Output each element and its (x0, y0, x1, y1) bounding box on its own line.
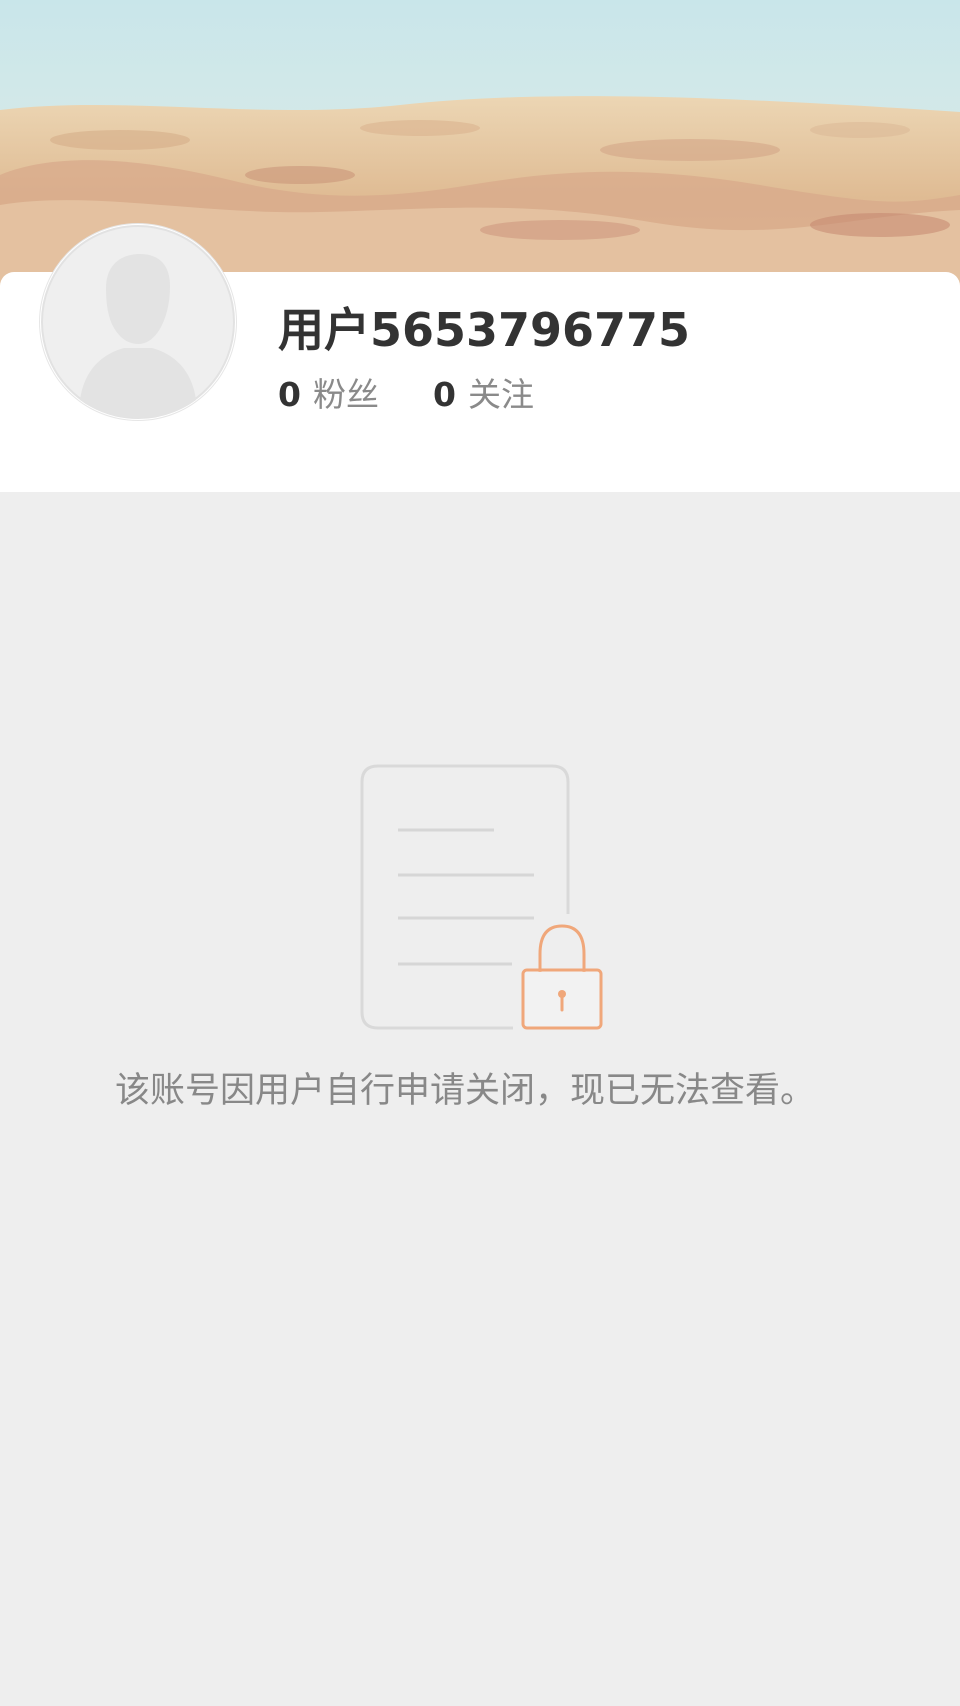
following-label: 关注 (467, 375, 534, 414)
default-avatar-icon (41, 225, 235, 419)
followers-count: 0 (278, 375, 301, 414)
following-stat[interactable]: 0 关注 (433, 368, 534, 416)
account-closed-message: 该账号因用户自行申请关闭，现已无法查看。 (114, 1071, 815, 1111)
locked-document-illustration (360, 764, 610, 1038)
following-count: 0 (432, 375, 456, 414)
username: 用户5653796775 (278, 303, 691, 357)
avatar[interactable] (40, 224, 236, 420)
followers-label: 粉丝 (312, 375, 379, 414)
locked-document-icon (360, 764, 603, 1030)
profile-stats: 0 粉丝 0 关注 (278, 368, 588, 414)
followers-stat[interactable]: 0 粉丝 (278, 368, 379, 416)
